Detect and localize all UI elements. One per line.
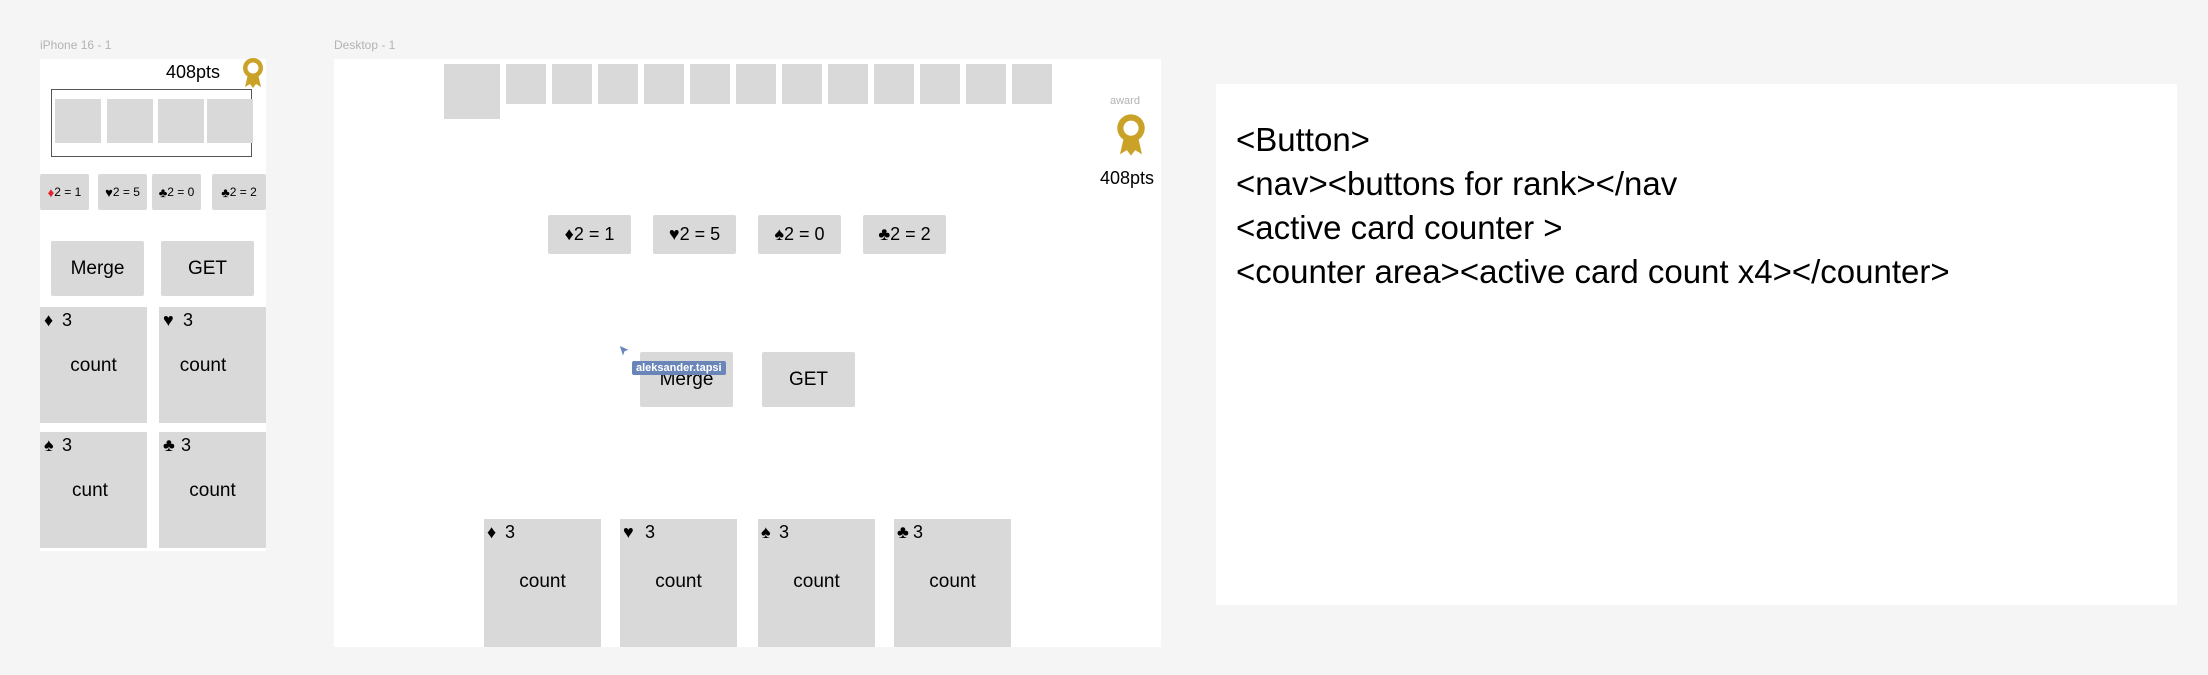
card-slot (736, 64, 776, 104)
club-icon: ♣ (897, 522, 909, 542)
counter-card-heart: ♥ 3 count (620, 519, 737, 647)
diamond-icon: ♦ (47, 184, 55, 200)
counter-card-spade: ♠ 3 cunt (40, 432, 147, 548)
club-icon: ♣ (221, 184, 230, 200)
counter-card-diamond: ♦ 3 count (484, 519, 601, 647)
diamond-icon: ♦ (44, 310, 54, 330)
mobile-frame: 408pts ♦ 2 = 1 ♥ 2 = 5 ♣ 2 = 0 ♣ 2 = 2 M… (40, 58, 266, 551)
merge-button[interactable]: Merge (51, 241, 144, 296)
club-icon: ♣ (163, 435, 175, 455)
mobile-points: 408pts (166, 62, 221, 82)
heart-icon: ♥ (105, 184, 113, 200)
diamond-icon: ♦ (564, 224, 574, 244)
heart-icon: ♥ (668, 224, 680, 244)
award-ribbon-icon (243, 58, 263, 88)
get-button[interactable]: GET (762, 352, 855, 407)
card-slot (966, 64, 1006, 104)
counter-card-club: ♣ 3 count (159, 432, 266, 548)
collaborator-cursor-label: aleksander.tapsi (632, 361, 726, 375)
spade-icon: ♠ (774, 224, 784, 244)
active-card-slot (207, 99, 253, 143)
rank-button-heart[interactable]: ♥ 2 = 5 (653, 215, 736, 254)
card-slot (1012, 64, 1052, 104)
card-slot (782, 64, 822, 104)
rank-button-club[interactable]: ♣ 2 = 0 (152, 174, 201, 210)
desktop-frame-label: Desktop - 1 (334, 38, 396, 52)
card-slot (828, 64, 868, 104)
note-line: <Button> (1236, 121, 1370, 158)
counter-card-club: ♣ 3 count (894, 519, 1011, 647)
active-card-slot-large (444, 64, 500, 119)
rank-button-diamond[interactable]: ♦ 2 = 1 (40, 174, 89, 210)
card-slot (874, 64, 914, 104)
get-button[interactable]: GET (161, 241, 254, 296)
card-slot (920, 64, 960, 104)
desktop-points: 408pts (1100, 168, 1155, 188)
card-slot (598, 64, 638, 104)
active-card-slot (158, 99, 204, 143)
counter-card-heart: ♥ 3 count (159, 307, 266, 423)
spade-icon: ♠ (761, 522, 771, 542)
counter-card-diamond: ♦ 3 count (40, 307, 147, 423)
card-slot (552, 64, 592, 104)
desktop-frame: award 408pts ♦ 2 = 1 ♥ 2 = 5 ♠ 2 = 0 ♣ 2… (334, 59, 1161, 647)
rank-button-heart[interactable]: ♥ 2 = 5 (98, 174, 147, 210)
diamond-icon: ♦ (487, 522, 497, 542)
card-slot (644, 64, 684, 104)
award-label: award (1110, 95, 1140, 107)
spade-icon: ♠ (44, 435, 54, 455)
mobile-frame-label: iPhone 16 - 1 (40, 38, 112, 52)
card-slot (690, 64, 730, 104)
card-slot (506, 64, 546, 104)
heart-icon: ♥ (623, 522, 634, 542)
rank-button-club[interactable]: ♣ 2 = 2 (863, 215, 946, 254)
counter-card-spade: ♠ 3 count (758, 519, 875, 647)
rank-button-diamond[interactable]: ♦ 2 = 1 (548, 215, 631, 254)
rank-button-spade[interactable]: ♠ 2 = 0 (758, 215, 841, 254)
active-card-slot (55, 99, 101, 143)
active-card-slot (107, 99, 153, 143)
note-line: <active card counter > (1236, 209, 1563, 246)
note-line: <nav><buttons for rank></nav (1236, 165, 1678, 202)
club-icon: ♣ (878, 224, 891, 244)
club-icon: ♣ (158, 184, 168, 200)
rank-button-club-2[interactable]: ♣ 2 = 2 (212, 174, 266, 210)
notes-panel: <Button> <nav><buttons for rank></nav <a… (1216, 84, 2177, 605)
cursor-arrow-icon (618, 344, 632, 359)
award-ribbon-icon (1117, 114, 1145, 156)
note-line: <counter area><active card count x4></co… (1236, 253, 1950, 290)
heart-icon: ♥ (163, 310, 174, 330)
